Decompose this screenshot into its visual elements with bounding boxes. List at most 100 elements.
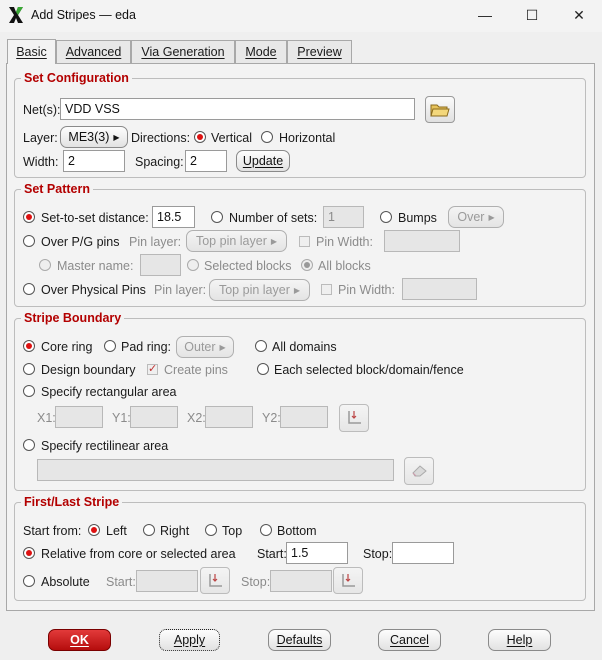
x2-label: X2: [187,411,206,425]
folder-open-icon [430,104,450,116]
cancel-button[interactable]: Cancel [378,629,441,651]
start-from-label: Start from: [23,524,82,538]
x1-input[interactable] [55,406,103,428]
specify-rect-radio[interactable] [23,385,35,397]
horizontal-radio[interactable] [261,131,273,143]
number-of-sets-radio[interactable] [211,211,223,223]
over-physical-pins-radio[interactable] [23,283,35,295]
over-pg-pins-radio[interactable] [23,235,35,247]
horizontal-label: Horizontal [279,131,336,145]
specify-rect-label: Specify rectangular area [41,385,177,399]
defaults-button[interactable]: Defaults [268,629,331,651]
update-button[interactable]: Update [236,150,290,172]
pick-start-button[interactable] [200,567,230,594]
all-domains-label: All domains [272,340,337,354]
all-blocks-radio[interactable] [301,259,313,271]
stripe-boundary-title: Stripe Boundary [21,311,125,325]
nets-input[interactable]: VDD VSS [60,98,415,120]
relative-start-input[interactable]: 1.5 [286,542,348,564]
specify-rectilinear-label: Specify rectilinear area [41,439,169,453]
core-ring-radio[interactable] [23,340,35,352]
over-physical-pins-label: Over Physical Pins [41,283,146,297]
y2-input[interactable] [280,406,328,428]
number-of-sets-input[interactable]: 1 [323,206,364,228]
pick-coordinate-icon [348,411,361,424]
absolute-radio[interactable] [23,575,35,587]
apply-button[interactable]: Apply [159,629,220,651]
y2-label: Y2: [262,411,281,425]
width-input[interactable]: 2 [63,150,125,172]
tab-mode[interactable]: Mode [235,40,287,63]
create-pins-checkbox[interactable] [147,362,158,375]
master-name-radio[interactable] [39,259,51,271]
pin-layer-2-select[interactable]: Top pin layer ▶ [209,279,310,301]
pick-rectilinear-button[interactable] [404,457,434,485]
all-domains-radio[interactable] [255,340,267,352]
ok-button[interactable]: OK [48,629,111,651]
x1-label: X1: [37,411,56,425]
set-to-set-input[interactable]: 18.5 [152,206,195,228]
bottom-label: Bottom [277,524,317,538]
tab-via-generation[interactable]: Via Generation [131,40,235,63]
absolute-stop-label: Stop: [241,575,271,589]
y1-input[interactable] [130,406,178,428]
tab-basic[interactable]: Basic [7,39,56,64]
absolute-start-label: Start: [106,575,136,589]
specify-rectilinear-radio[interactable] [23,439,35,451]
spacing-input[interactable]: 2 [185,150,227,172]
x2-input[interactable] [205,406,253,428]
relative-start-label: Start: [257,547,287,561]
tab-advanced[interactable]: Advanced [56,40,131,63]
pin-layer-label: Pin layer: [129,235,182,249]
help-button[interactable]: Help [488,629,551,651]
right-label: Right [160,524,190,538]
tab-preview[interactable]: Preview [287,40,352,63]
pin-width-label: Pin Width: [316,235,373,249]
each-selected-radio[interactable] [257,363,269,375]
absolute-start-input[interactable] [136,570,198,592]
design-boundary-radio[interactable] [23,363,35,375]
relative-stop-input[interactable] [392,542,454,564]
bottom-radio[interactable] [260,524,272,536]
right-radio[interactable] [143,524,155,536]
relative-stop-label: Stop: [363,547,393,561]
close-window-button[interactable]: ✕ [556,0,602,30]
relative-radio[interactable] [23,547,35,559]
pick-rect-button[interactable] [339,404,369,432]
top-radio[interactable] [205,524,217,536]
rectilinear-input[interactable] [37,459,394,481]
close-icon: ✕ [573,6,585,23]
pad-ring-radio[interactable] [104,340,116,352]
layer-label: Layer: [23,131,58,145]
pin-width-2-input[interactable] [402,278,477,300]
selected-blocks-radio[interactable] [187,259,199,271]
bumps-label: Bumps [398,211,437,225]
bumps-over-select[interactable]: Over ▶ [448,206,504,228]
pin-width-input[interactable] [384,230,460,252]
pin-width-2-checkbox[interactable] [321,284,332,295]
pick-coordinate-icon [209,573,222,587]
browse-nets-button[interactable] [425,96,455,123]
nets-label: Net(s): [23,103,61,117]
left-label: Left [106,524,127,538]
minimize-button[interactable]: — [462,0,508,30]
master-name-input[interactable] [140,254,181,276]
vertical-radio[interactable] [194,131,206,143]
menu-arrow-icon: ▶ [488,212,495,222]
selected-blocks-label: Selected blocks [204,259,292,273]
pick-coordinate-icon [342,573,355,587]
all-blocks-label: All blocks [318,259,371,273]
maximize-button[interactable]: ☐ [509,0,555,30]
bumps-radio[interactable] [380,211,392,223]
pick-stop-button[interactable] [333,567,363,594]
spacing-label: Spacing: [135,155,184,169]
app-logo-icon [7,6,25,24]
set-to-set-radio[interactable] [23,211,35,223]
left-radio[interactable] [88,524,100,536]
absolute-stop-input[interactable] [270,570,332,592]
pin-layer-select[interactable]: Top pin layer ▶ [186,230,287,252]
each-selected-label: Each selected block/domain/fence [274,363,464,377]
pad-ring-select[interactable]: Outer ▶ [176,336,234,358]
pin-width-checkbox[interactable] [299,236,310,247]
layer-select-button[interactable]: ME3(3) ▶ [60,126,128,148]
